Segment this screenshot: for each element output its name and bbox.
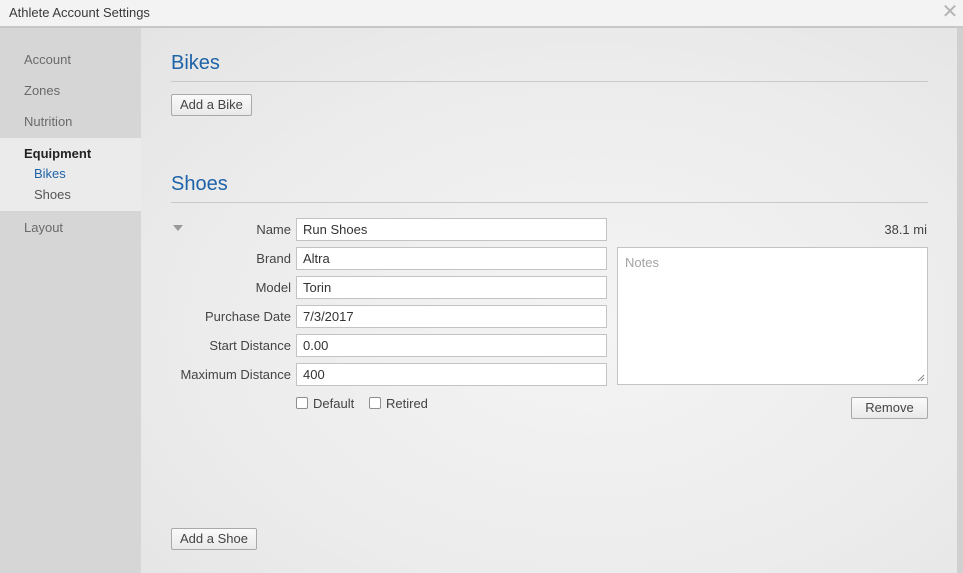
bikes-heading: Bikes [171, 52, 220, 74]
shoes-divider [171, 202, 928, 203]
maximum-distance-field[interactable]: 400 [296, 363, 607, 386]
purchase-date-field[interactable]: 7/3/2017 [296, 305, 607, 328]
shoe-distance: 38.1 mi [884, 222, 927, 237]
sidebar-item-layout[interactable]: Layout [24, 220, 63, 235]
maximum-distance-label: Maximum Distance [180, 367, 291, 382]
bikes-divider [171, 81, 928, 82]
purchase-date-label: Purchase Date [205, 309, 291, 324]
sidebar: Account Zones Nutrition Equipment Bikes … [0, 28, 141, 573]
sidebar-item-nutrition[interactable]: Nutrition [24, 114, 72, 129]
add-bike-button[interactable]: Add a Bike [171, 94, 252, 116]
notes-placeholder: Notes [625, 255, 659, 270]
brand-field[interactable]: Altra [296, 247, 607, 270]
name-label: Name [256, 222, 291, 237]
default-label: Default [313, 396, 355, 411]
remove-button[interactable]: Remove [851, 397, 928, 419]
sidebar-subitem-bikes[interactable]: Bikes [34, 166, 66, 181]
window-title: Athlete Account Settings [9, 5, 150, 20]
model-field[interactable]: Torin [296, 276, 607, 299]
sidebar-group-equipment: Equipment Bikes Shoes [0, 138, 141, 211]
main-content: Bikes Add a Bike Shoes 38.1 mi Name Run … [141, 28, 957, 573]
sidebar-item-equipment[interactable]: Equipment [24, 146, 91, 161]
shoes-heading: Shoes [171, 173, 228, 195]
sidebar-item-zones[interactable]: Zones [24, 83, 60, 98]
window-edge [957, 28, 963, 573]
name-field[interactable]: Run Shoes [296, 218, 607, 241]
model-label: Model [255, 280, 291, 295]
close-icon[interactable]: ✕ [941, 2, 959, 22]
title-bar: Athlete Account Settings ✕ [0, 0, 963, 27]
notes-textarea[interactable]: Notes [617, 247, 928, 385]
brand-label: Brand [256, 251, 291, 266]
retired-label: Retired [386, 396, 428, 411]
sidebar-subitem-shoes[interactable]: Shoes [34, 187, 71, 202]
resize-grip-icon[interactable] [917, 374, 925, 382]
add-shoe-button[interactable]: Add a Shoe [171, 528, 257, 550]
default-checkbox[interactable] [296, 397, 308, 409]
start-distance-field[interactable]: 0.00 [296, 334, 607, 357]
start-distance-label: Start Distance [209, 338, 291, 353]
sidebar-item-account[interactable]: Account [24, 52, 71, 67]
retired-checkbox[interactable] [369, 397, 381, 409]
